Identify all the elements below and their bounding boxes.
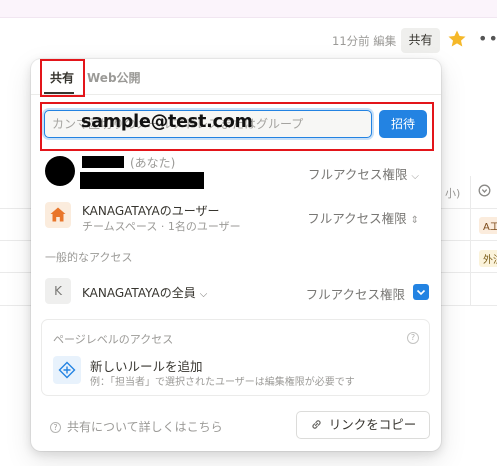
active-tab-indicator	[44, 92, 74, 94]
redacted-email	[80, 172, 204, 189]
access-level-label: フルアクセス権限	[307, 211, 407, 226]
page-access-title: ページレベルのアクセス	[53, 333, 174, 346]
star-icon[interactable]	[447, 29, 467, 49]
you-label: (あなた)	[130, 156, 176, 170]
tab-web-publish[interactable]: Web公開	[87, 69, 141, 86]
general-access-row: K KANAGATAYAの全員 ⌵ フルアクセス権限	[44, 278, 429, 306]
last-edited-text: 11分前 編集	[332, 34, 397, 48]
chevron-updown-icon: ⇕	[410, 215, 419, 226]
avatar	[45, 156, 75, 186]
copy-link-label: リンクをコピー	[328, 417, 417, 432]
bg-tag: 外注	[479, 250, 497, 267]
house-icon	[50, 207, 66, 222]
access-level-label: フルアクセス権限	[308, 167, 408, 182]
access-level-dropdown[interactable]: フルアクセス権限 ⌵	[308, 164, 419, 183]
teamspace-avatar	[45, 202, 71, 228]
plus-diamond-icon	[58, 361, 76, 379]
page-topbar: 11分前 編集 共有 •••	[0, 28, 497, 54]
more-options-icon[interactable]: •••	[478, 29, 497, 48]
invite-email-input[interactable]	[44, 110, 372, 138]
add-rule-desc: 例：「担当者」で選択されたユーザーは編集権限が必要です	[90, 377, 355, 388]
help-icon[interactable]: ?	[407, 332, 419, 344]
status-property-icon	[478, 184, 491, 197]
share-button[interactable]: 共有	[401, 28, 440, 53]
copy-link-button[interactable]: リンクをコピー	[296, 411, 430, 439]
general-access-name: KANAGATAYAの全員	[82, 286, 196, 300]
redacted-name	[82, 156, 124, 168]
bg-tag: A工	[479, 217, 497, 234]
access-level-label[interactable]: フルアクセス権限	[306, 284, 405, 303]
share-help-text: 共有について詳しくはこちら	[67, 420, 223, 434]
access-dropdown-toggle[interactable]	[413, 284, 429, 300]
chevron-down-icon: ⌵	[411, 171, 419, 182]
member-row-self: (あなた) フルアクセス権限 ⌵	[44, 156, 429, 190]
member-name: KANAGATAYAのユーザー	[82, 204, 220, 218]
page-access-panel: ページレベルのアクセス ? 新しいルールを追加 例：「担当者」で選択されたユーザ…	[41, 319, 430, 396]
share-help-link[interactable]: ? 共有について詳しくはこちら	[50, 418, 223, 435]
link-icon	[312, 420, 321, 429]
bg-table-divider	[470, 176, 471, 306]
access-level-dropdown[interactable]: フルアクセス権限 ⇕	[307, 208, 419, 227]
chevron-down-icon: ⌵	[199, 289, 208, 300]
chevron-down-icon	[416, 289, 426, 296]
help-icon: ?	[50, 422, 61, 433]
general-access-selector[interactable]: KANAGATAYAの全員 ⌵	[82, 284, 207, 301]
member-row-teamspace: KANAGATAYAのユーザー チームスペース · 1名のユーザー フルアクセス…	[44, 202, 429, 236]
top-banner	[0, 0, 497, 18]
share-popup: 共有 Web公開 sample@test.com 招待 (あなた) フルアクセス…	[31, 59, 441, 451]
bg-column-header: 小)	[445, 187, 461, 200]
general-access-label: 一般的なアクセス	[45, 251, 133, 264]
add-rule-tile[interactable]	[53, 356, 81, 384]
tab-share[interactable]: 共有	[40, 63, 84, 95]
invite-button[interactable]: 招待	[379, 110, 427, 138]
member-sub: チームスペース · 1名のユーザー	[82, 220, 241, 233]
share-tabs: 共有 Web公開	[31, 59, 441, 95]
workspace-avatar: K	[45, 278, 71, 304]
